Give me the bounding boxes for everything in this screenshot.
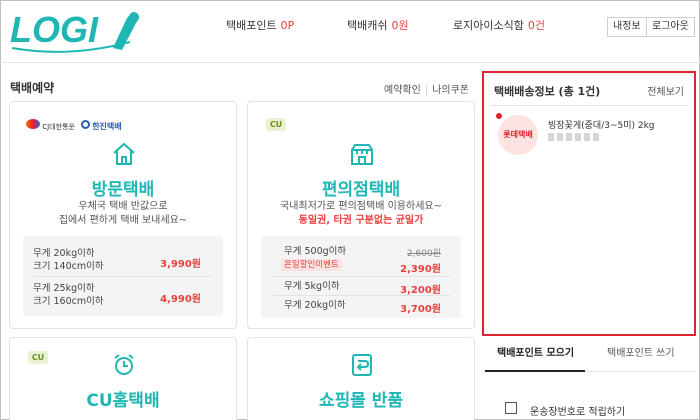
price-divider xyxy=(271,276,451,277)
visit-card-desc1: 우체국 택배 반값으로 xyxy=(78,201,168,212)
tracking-item-name[interactable]: 빙장꽃게(중대/3~5미) 2kg xyxy=(548,118,655,131)
price-value: 3,200원 xyxy=(400,285,441,296)
price-weight: 무게 25kg이하 xyxy=(33,283,95,294)
header-point[interactable]: 택배포인트 0P xyxy=(226,17,294,33)
tab-use-points[interactable]: 택배포인트 쓰기 xyxy=(607,344,675,359)
cu-logo: CU xyxy=(28,351,48,364)
parcel-box-icon xyxy=(505,402,517,414)
old-price: 2,600원 xyxy=(406,249,441,259)
discount-event-badge: 온일할인이벤트 xyxy=(281,259,342,271)
header-divider xyxy=(0,62,700,63)
visit-card-title: 방문택배 xyxy=(91,180,155,200)
convenience-price-box: 무게 500g이하 2,600원 온일할인이벤트 2,390원 무게 5kg이하… xyxy=(261,236,461,318)
logi-logo[interactable]: LOGI xyxy=(10,8,140,54)
cj-label: CJ대한통운 xyxy=(42,123,75,131)
price-value: 2,390원 xyxy=(400,264,441,275)
cu-home-parcel-card[interactable]: CU CU홈택배 xyxy=(9,337,237,420)
mypage-button[interactable]: 내정보 xyxy=(607,17,647,37)
cash-label: 택배캐쉬 xyxy=(347,19,388,32)
alarm-clock-icon xyxy=(114,354,134,375)
section-links: 예약확인 | 나의쿠폰 xyxy=(384,81,469,96)
tracking-title: 택배배송정보 (총 1건) xyxy=(494,85,601,98)
tracking-item-masked-number xyxy=(548,133,600,141)
price-divider xyxy=(33,276,213,277)
return-box-icon xyxy=(352,354,372,376)
header-cash[interactable]: 택배캐쉬 0원 xyxy=(347,17,409,33)
news-label: 로지아이소식함 xyxy=(453,19,524,32)
reservation-check-link[interactable]: 예약확인 xyxy=(384,85,421,96)
convenience-card-desc2: 동일권, 타권 구분없는 균일가 xyxy=(298,215,424,226)
visit-card-desc2: 집에서 편하게 택배 보내세요~ xyxy=(58,215,188,226)
logo-text: LOGI xyxy=(10,9,99,50)
tab-collect-points[interactable]: 택배포인트 모으기 xyxy=(497,344,574,359)
view-all-link[interactable]: 전체보기 xyxy=(647,83,684,98)
my-coupon-link[interactable]: 나의쿠폰 xyxy=(432,85,469,96)
visit-price-box: 무게 20kg이하 크기 140cm이하 3,990원 무게 25kg이하 크기… xyxy=(23,236,223,316)
price-value: 3,700원 xyxy=(400,304,441,315)
price-value: 4,990원 xyxy=(160,294,201,305)
section-title: 택배예약 xyxy=(10,81,55,95)
price-weight: 무게 20kg이하 xyxy=(284,300,346,311)
price-divider xyxy=(271,295,451,296)
new-indicator-dot xyxy=(496,113,502,119)
mall-return-card-title: 쇼핑몰 반품 xyxy=(318,391,404,411)
price-weight: 무게 500g이하 xyxy=(284,246,347,257)
mall-return-card[interactable]: 쇼핑몰 반품 xyxy=(247,337,475,420)
earn-by-waybill-link[interactable]: 운송장번호로 적립하기 xyxy=(530,403,625,418)
store-icon xyxy=(351,144,373,165)
header-news[interactable]: 로지아이소식함 0건 xyxy=(453,17,545,33)
cj-logo-icon xyxy=(26,119,40,129)
cu-logo: CU xyxy=(266,118,286,131)
price-size: 크기 140cm이하 xyxy=(33,261,104,272)
tracking-panel: 택배배송정보 (총 1건) 전체보기 롯데택배 빙장꽃게(중대/3~5미) 2k… xyxy=(482,71,696,336)
news-value: 0건 xyxy=(527,19,545,32)
tracking-divider xyxy=(490,105,688,106)
convenience-card-title: 편의점택배 xyxy=(321,180,401,200)
convenience-card-desc2-wrap: 동일권, 타권 구분없는 균일가 xyxy=(248,214,474,228)
price-weight: 무게 5kg이하 xyxy=(284,281,340,292)
cash-value: 0원 xyxy=(391,19,409,32)
logout-button[interactable]: 로그아웃 xyxy=(646,17,695,37)
price-weight: 무게 20kg이하 xyxy=(33,248,95,259)
cu-home-card-title: CU홈택배 xyxy=(86,391,160,411)
house-icon xyxy=(113,142,135,165)
visit-parcel-card[interactable]: CJ대한통운 한진택배 방문택배 우체국 택배 반값으로 집에서 편하게 택배 … xyxy=(9,101,237,329)
convenience-parcel-card[interactable]: CU 편의점택배 국내최저가로 편의점택배 이용하세요~ 동일권, 타권 구분없… xyxy=(247,101,475,329)
lotte-carrier-logo: 롯데택배 xyxy=(498,115,538,155)
link-separator: | xyxy=(424,85,429,96)
active-tab-indicator xyxy=(485,370,585,372)
hanjin-logo-icon xyxy=(80,119,90,129)
price-value: 3,990원 xyxy=(160,259,201,270)
hanjin-label: 한진택배 xyxy=(92,121,122,131)
point-value: 0P xyxy=(280,19,295,32)
carrier-logos: CJ대한통운 한진택배 xyxy=(26,119,122,132)
price-size: 크기 160cm이하 xyxy=(33,296,104,307)
convenience-card-desc1: 국내최저가로 편의점택배 이용하세요~ xyxy=(280,201,442,212)
point-label: 택배포인트 xyxy=(226,19,277,32)
